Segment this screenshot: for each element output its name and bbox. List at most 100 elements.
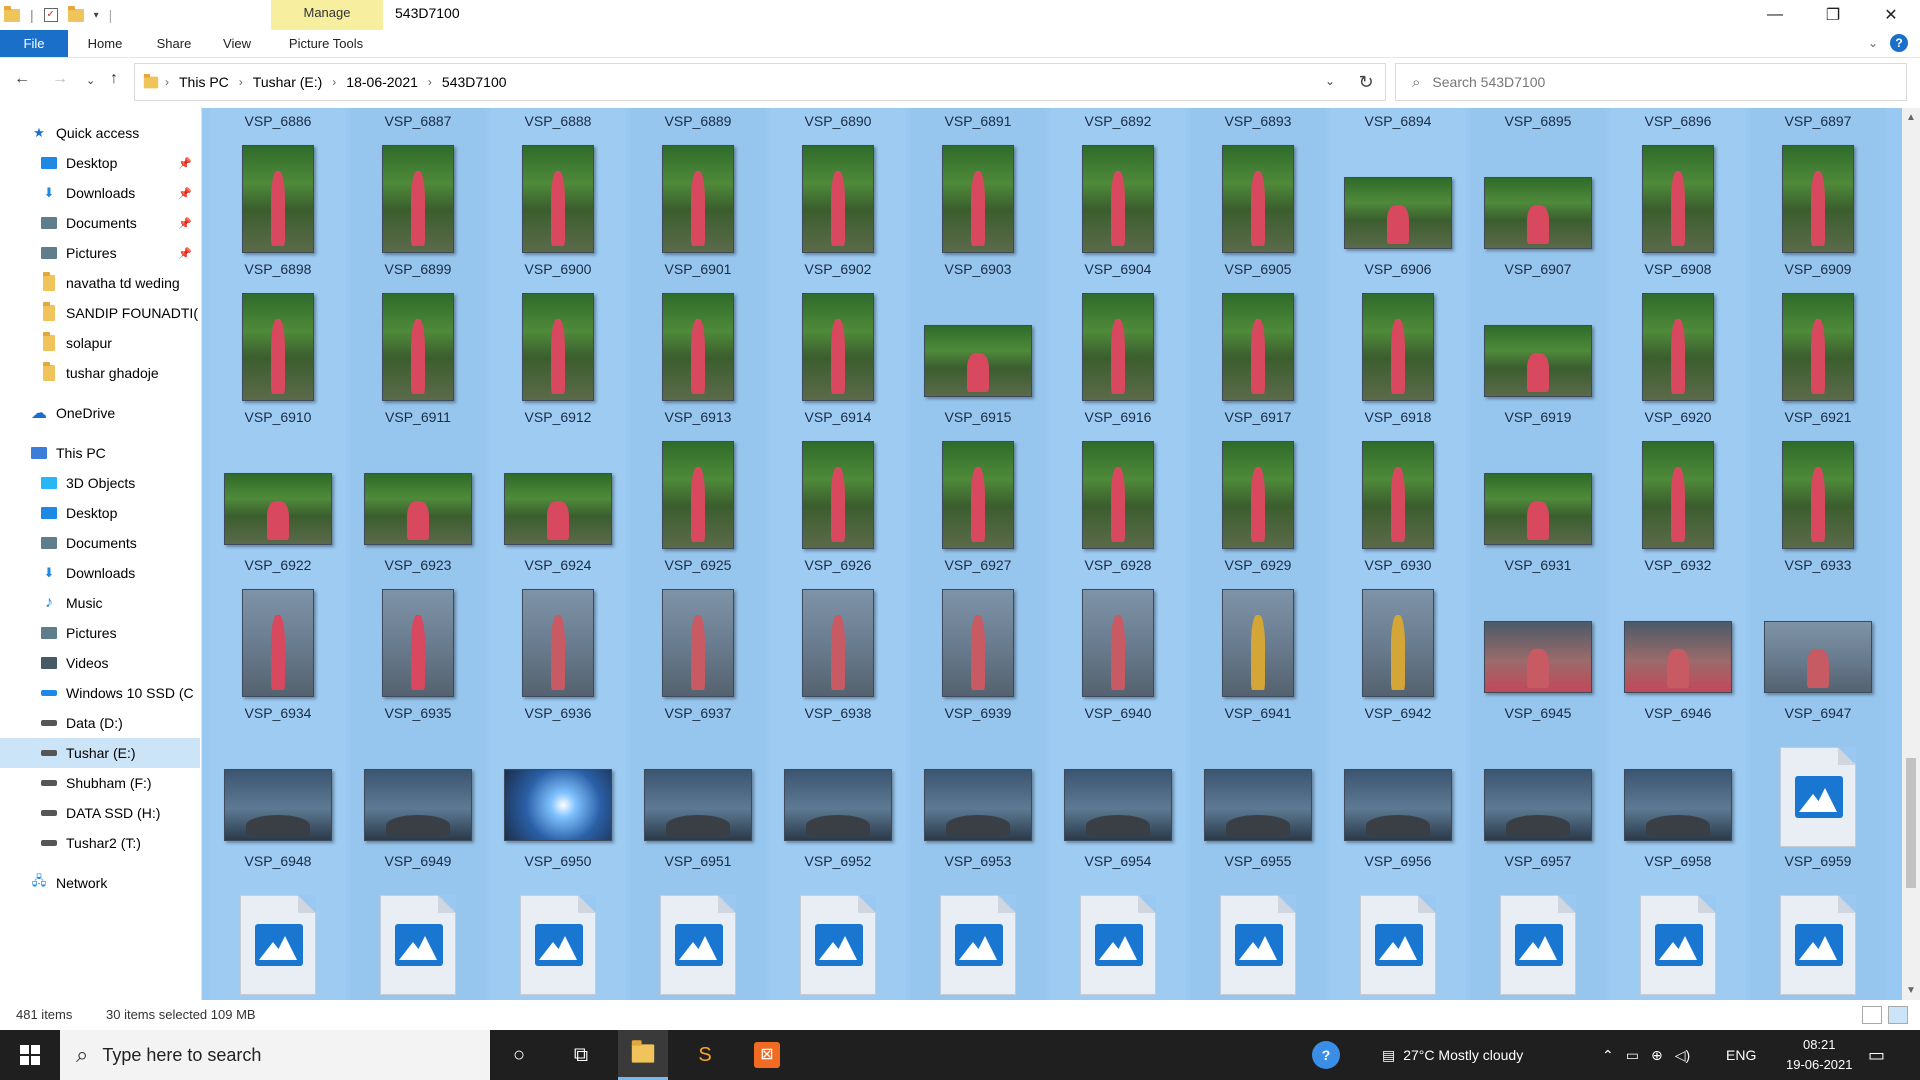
tab-home[interactable]: Home (78, 30, 132, 57)
file-item[interactable]: VSP_6903 (910, 137, 1046, 285)
file-item[interactable] (1750, 877, 1886, 1000)
breadcrumb-date-folder[interactable]: 18-06-2021 (346, 74, 418, 90)
file-item[interactable]: VSP_6910 (210, 285, 346, 433)
file-item[interactable]: VSP_6922 (210, 433, 346, 581)
sidebar-item[interactable]: Documents 📌 (0, 208, 200, 238)
scroll-up-icon[interactable]: ▲ (1906, 112, 1916, 123)
file-item[interactable] (1330, 877, 1466, 1000)
file-item[interactable]: VSP_6918 (1330, 285, 1466, 433)
expand-ribbon-icon[interactable]: ⌄ (1868, 36, 1878, 50)
file-item[interactable]: VSP_6894 (1330, 108, 1466, 137)
cortana-icon[interactable]: ○ (494, 1030, 544, 1080)
file-item[interactable]: VSP_6957 (1470, 729, 1606, 877)
sidebar-item[interactable]: Videos (0, 648, 200, 678)
file-item[interactable]: VSP_6909 (1750, 137, 1886, 285)
file-item[interactable]: VSP_6893 (1190, 108, 1326, 137)
file-item[interactable]: VSP_6954 (1050, 729, 1186, 877)
file-item[interactable]: VSP_6888 (490, 108, 626, 137)
close-button[interactable]: ✕ (1862, 0, 1920, 30)
sidebar-item[interactable]: Pictures 📌 (0, 238, 200, 268)
file-item[interactable]: VSP_6901 (630, 137, 766, 285)
file-item[interactable]: VSP_6914 (770, 285, 906, 433)
file-item[interactable] (490, 877, 626, 1000)
sidebar-item[interactable]: Pictures (0, 618, 200, 648)
recent-locations-icon[interactable]: ⌄ (86, 74, 95, 87)
file-item[interactable]: VSP_6902 (770, 137, 906, 285)
xampp-icon[interactable]: ⊠ (742, 1030, 792, 1080)
file-item[interactable]: VSP_6895 (1470, 108, 1606, 137)
file-item[interactable]: VSP_6912 (490, 285, 626, 433)
scroll-down-icon[interactable]: ▼ (1906, 985, 1916, 996)
file-item[interactable]: VSP_6900 (490, 137, 626, 285)
file-item[interactable]: VSP_6920 (1610, 285, 1746, 433)
file-item[interactable]: VSP_6951 (630, 729, 766, 877)
file-item[interactable]: VSP_6931 (1470, 433, 1606, 581)
file-item[interactable]: VSP_6949 (350, 729, 486, 877)
file-item[interactable]: VSP_6958 (1610, 729, 1746, 877)
new-folder-icon[interactable] (67, 5, 84, 22)
search-input[interactable]: ⌕ Search 543D7100 (1395, 63, 1907, 101)
start-button[interactable] (0, 1030, 60, 1080)
file-item[interactable]: VSP_6889 (630, 108, 766, 137)
breadcrumb-this-pc[interactable]: This PC (179, 74, 229, 90)
file-item[interactable]: VSP_6887 (350, 108, 486, 137)
file-item[interactable]: VSP_6953 (910, 729, 1046, 877)
help-tray-icon[interactable]: ? (1312, 1030, 1340, 1080)
file-item[interactable] (1050, 877, 1186, 1000)
file-item[interactable]: VSP_6934 (210, 581, 346, 729)
file-item[interactable] (630, 877, 766, 1000)
sidebar-item[interactable]: SANDIP FOUNADTI( (0, 298, 200, 328)
show-hidden-icons-icon[interactable]: ⌃ (1602, 1047, 1614, 1064)
file-item[interactable]: VSP_6907 (1470, 137, 1606, 285)
file-item[interactable]: VSP_6891 (910, 108, 1046, 137)
customize-qat-icon[interactable]: ▾ (94, 10, 99, 21)
battery-icon[interactable]: ▭ (1626, 1047, 1639, 1064)
file-item[interactable]: VSP_6941 (1190, 581, 1326, 729)
details-view-icon[interactable] (1862, 1006, 1882, 1024)
file-item[interactable]: VSP_6930 (1330, 433, 1466, 581)
file-item[interactable]: VSP_6923 (350, 433, 486, 581)
sidebar-item[interactable]: 🖧 Network (0, 868, 200, 898)
file-item[interactable]: VSP_6946 (1610, 581, 1746, 729)
file-item[interactable]: VSP_6942 (1330, 581, 1466, 729)
vertical-scrollbar[interactable]: ▲ ▼ (1902, 108, 1920, 1000)
file-item[interactable]: VSP_6935 (350, 581, 486, 729)
file-item[interactable]: VSP_6927 (910, 433, 1046, 581)
sidebar-item[interactable]: Shubham (F:) (0, 768, 200, 798)
file-item[interactable]: VSP_6908 (1610, 137, 1746, 285)
file-item[interactable]: VSP_6890 (770, 108, 906, 137)
language-indicator[interactable]: ENG (1726, 1030, 1756, 1080)
file-item[interactable]: VSP_6886 (210, 108, 346, 137)
file-explorer-icon[interactable] (618, 1030, 668, 1080)
sidebar-item[interactable]: ★ Quick access (0, 118, 200, 148)
sidebar-item[interactable]: navatha td weding (0, 268, 200, 298)
maximize-button[interactable]: ❐ (1804, 0, 1862, 30)
tab-file[interactable]: File (0, 30, 68, 57)
file-item[interactable]: VSP_6913 (630, 285, 766, 433)
sidebar-item[interactable]: Tushar (E:) (0, 738, 200, 768)
tab-view[interactable]: View (214, 30, 260, 57)
file-item[interactable]: VSP_6937 (630, 581, 766, 729)
sidebar-item[interactable]: ☁ OneDrive (0, 398, 200, 428)
forward-icon[interactable]: → (52, 70, 68, 88)
file-item[interactable]: VSP_6911 (350, 285, 486, 433)
volume-icon[interactable]: ◁) (1675, 1047, 1690, 1064)
file-item[interactable]: VSP_6892 (1050, 108, 1186, 137)
sidebar-item[interactable]: ⬇ Downloads 📌 (0, 178, 200, 208)
file-item[interactable]: VSP_6952 (770, 729, 906, 877)
file-item[interactable] (770, 877, 906, 1000)
file-item[interactable]: VSP_6915 (910, 285, 1046, 433)
file-item[interactable] (1610, 877, 1746, 1000)
taskbar-search-input[interactable]: ⌕ Type here to search (60, 1030, 490, 1080)
sidebar-item[interactable]: Tushar2 (T:) (0, 828, 200, 858)
file-item[interactable] (1470, 877, 1606, 1000)
minimize-button[interactable]: — (1746, 0, 1804, 30)
file-item[interactable]: VSP_6905 (1190, 137, 1326, 285)
file-item[interactable] (1190, 877, 1326, 1000)
file-item[interactable]: VSP_6945 (1470, 581, 1606, 729)
file-item[interactable]: VSP_6936 (490, 581, 626, 729)
sidebar-item[interactable]: solapur (0, 328, 200, 358)
file-item[interactable]: VSP_6925 (630, 433, 766, 581)
file-item[interactable]: VSP_6929 (1190, 433, 1326, 581)
sidebar-item[interactable]: ⬇ Downloads (0, 558, 200, 588)
